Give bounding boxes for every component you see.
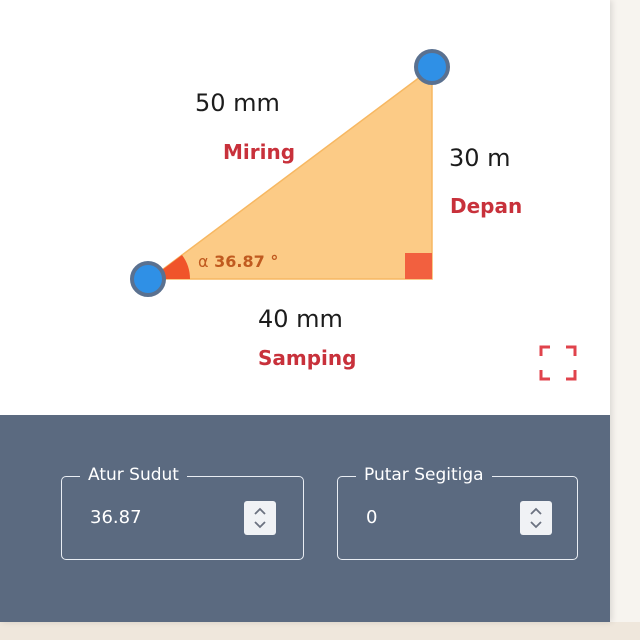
hypotenuse-length: 50 mm: [195, 89, 280, 117]
chevron-up-icon[interactable]: [251, 504, 269, 518]
fullscreen-corners-icon: [539, 345, 577, 381]
angle-label: α 36.87 °: [198, 252, 278, 271]
set-angle-stepper[interactable]: [244, 501, 276, 535]
chevron-up-icon[interactable]: [527, 504, 545, 518]
triangle-stage: 50 mm Miring 30 m Depan 40 mm Samping α …: [0, 0, 610, 415]
fullscreen-button[interactable]: [539, 345, 577, 381]
opposite-name: Depan: [450, 194, 523, 218]
adjacent-name: Samping: [258, 346, 357, 370]
hypotenuse-name: Miring: [223, 140, 296, 164]
right-angle-marker: [405, 253, 432, 279]
triangle-shape: [147, 66, 433, 280]
vertex-handle-top[interactable]: [414, 49, 450, 85]
angle-value: 36.87: [214, 252, 265, 271]
chevron-down-icon[interactable]: [251, 518, 269, 532]
set-angle-field: Atur Sudut 36.87: [61, 465, 304, 560]
set-angle-label: Atur Sudut: [80, 465, 187, 485]
rotate-triangle-field: Putar Segitiga 0: [337, 465, 578, 560]
angle-unit: °: [270, 252, 279, 271]
adjacent-length: 40 mm: [258, 305, 343, 333]
background-right: [610, 0, 640, 640]
set-angle-input[interactable]: 36.87: [90, 507, 142, 528]
chevron-down-icon[interactable]: [527, 518, 545, 532]
opposite-length: 30 m: [449, 144, 511, 172]
vertex-handle-left[interactable]: [130, 261, 166, 297]
background-bottom: [0, 622, 640, 640]
rotate-triangle-input[interactable]: 0: [366, 507, 377, 528]
angle-symbol: α: [198, 252, 209, 271]
rotate-triangle-stepper[interactable]: [520, 501, 552, 535]
rotate-triangle-label: Putar Segitiga: [356, 465, 492, 485]
